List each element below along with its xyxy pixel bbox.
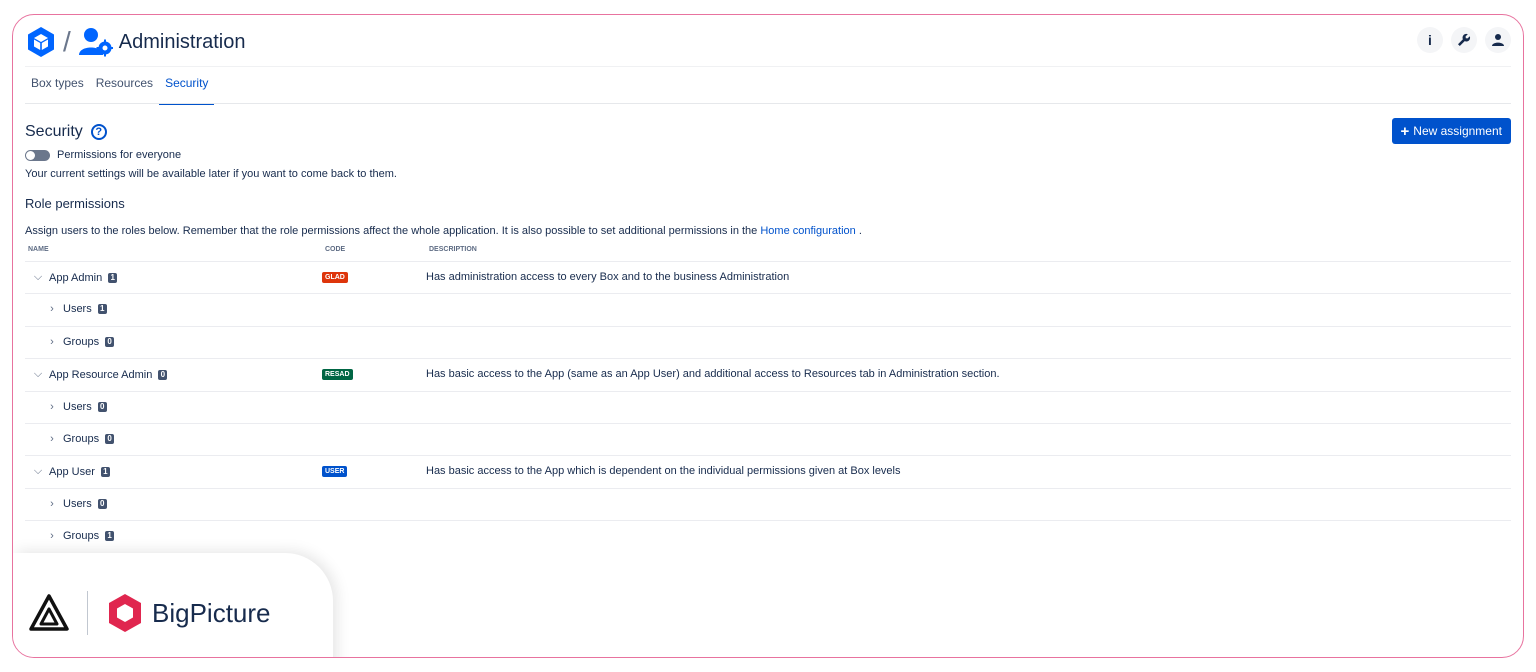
role-name: Groups xyxy=(63,530,100,543)
role-description: Has basic access to the App which is dep… xyxy=(426,465,901,478)
column-header-name: NAME xyxy=(28,246,49,253)
tab-resources[interactable]: Resources xyxy=(90,69,159,105)
count-badge: 0 xyxy=(105,336,115,347)
role-subrow[interactable]: › Groups 1 xyxy=(25,520,1511,552)
role-name-cell: › Groups 1 xyxy=(47,530,115,543)
page-title: Administration xyxy=(118,30,246,53)
header: / Administration i xyxy=(25,25,1511,59)
count-badge: 1 xyxy=(100,466,110,477)
role-name-cell: › Groups 0 xyxy=(47,335,115,348)
profile-button[interactable] xyxy=(1485,27,1511,53)
role-name: Groups xyxy=(63,335,100,348)
role-row[interactable]: ⌵ App Resource Admin 0 RESAD Has basic acces… xyxy=(25,358,1511,390)
count-badge: 0 xyxy=(97,401,107,412)
chevron-right-icon[interactable]: › xyxy=(47,498,57,510)
role-code-badge: RESAD xyxy=(322,369,353,381)
info-icon: i xyxy=(1428,32,1432,48)
role-code-badge: GLAD xyxy=(322,272,348,283)
header-divider xyxy=(25,66,1511,67)
brand-name: BigPicture xyxy=(152,597,271,628)
role-name-cell: ⌵ App User 1 xyxy=(33,465,110,478)
column-header-description: DESCRIPTION xyxy=(429,246,477,253)
role-name-cell: › Users 1 xyxy=(47,303,107,315)
brand-overlay: BigPicture xyxy=(13,553,333,657)
info-button[interactable]: i xyxy=(1417,27,1443,53)
tab-box-types[interactable]: Box types xyxy=(25,69,90,105)
role-row[interactable]: ⌵ App User 1 USER Has basic access to the Ap… xyxy=(25,455,1511,487)
breadcrumb-separator: / xyxy=(63,26,71,57)
table-header: NAME CODE DESCRIPTION xyxy=(25,244,1511,260)
role-name: App User xyxy=(49,465,95,478)
role-description: Has basic access to the App (same as an … xyxy=(426,368,1000,381)
chevron-right-icon[interactable]: › xyxy=(47,303,57,315)
chevron-down-icon[interactable]: ⌵ xyxy=(33,465,43,478)
role-subrow[interactable]: › Groups 0 xyxy=(25,325,1511,358)
header-actions: i xyxy=(1417,27,1511,53)
app-frame: / Administration i Box types Resources S… xyxy=(12,14,1524,658)
count-badge: 1 xyxy=(97,304,107,315)
role-name-cell: › Users 0 xyxy=(47,498,107,510)
toggle-label: Permissions for everyone xyxy=(57,149,182,161)
help-icon[interactable]: ? xyxy=(90,124,107,140)
role-name-cell: › Users 0 xyxy=(47,401,107,413)
count-badge: 0 xyxy=(105,433,115,444)
role-subrow[interactable]: › Users 0 xyxy=(25,390,1511,423)
chevron-down-icon[interactable]: ⌵ xyxy=(33,271,43,284)
role-name: App Admin xyxy=(49,271,103,284)
count-badge: 0 xyxy=(97,498,107,509)
role-name: Users xyxy=(63,400,92,413)
chevron-down-icon[interactable]: ⌵ xyxy=(33,368,43,381)
role-subrow[interactable]: › Users 1 xyxy=(25,293,1511,325)
count-badge: 0 xyxy=(158,369,168,380)
role-name: Users xyxy=(63,303,92,316)
role-subrow[interactable]: › Groups 0 xyxy=(25,422,1511,455)
box-logo-icon[interactable] xyxy=(25,26,57,58)
role-permissions-title: Role permissions xyxy=(25,196,125,211)
permissions-toggle-row: Permissions for everyone xyxy=(25,149,181,161)
role-table: ⌵ App Admin 1 GLAD Has administration access… xyxy=(25,261,1511,553)
role-name: App Resource Admin xyxy=(49,368,153,381)
count-badge: 1 xyxy=(108,272,118,283)
role-name: Users xyxy=(63,497,92,510)
role-name-cell: ⌵ App Admin 1 xyxy=(33,271,118,284)
role-subrow[interactable]: › Users 0 xyxy=(25,487,1511,520)
chevron-right-icon[interactable]: › xyxy=(47,530,57,542)
settings-note: Your current settings will be available … xyxy=(25,168,397,180)
user-settings-icon xyxy=(78,28,113,57)
role-description: Has administration access to every Box a… xyxy=(426,271,790,283)
tab-security[interactable]: Security xyxy=(159,69,215,105)
new-assignment-label: New assignment xyxy=(1413,124,1502,138)
section-title: Security ? xyxy=(25,123,107,141)
tabs-divider xyxy=(25,103,1511,104)
chevron-right-icon[interactable]: › xyxy=(47,401,57,413)
role-name-cell: ⌵ App Resource Admin 0 xyxy=(33,368,168,381)
role-row[interactable]: ⌵ App Admin 1 GLAD Has administration access… xyxy=(25,261,1511,293)
wrench-icon xyxy=(1458,33,1471,46)
permissions-for-everyone-toggle[interactable] xyxy=(25,149,50,161)
user-icon xyxy=(1492,34,1504,46)
new-assignment-button[interactable]: + New assignment xyxy=(1391,118,1511,144)
tab-bar: Box types Resources Security xyxy=(25,69,215,105)
count-badge: 1 xyxy=(105,531,115,542)
chevron-right-icon[interactable]: › xyxy=(47,433,57,445)
section-title-text: Security xyxy=(25,123,83,140)
role-name-cell: › Groups 0 xyxy=(47,432,115,445)
role-code-badge: USER xyxy=(322,466,348,478)
plus-icon: + xyxy=(1400,122,1410,140)
column-header-code: CODE xyxy=(325,246,346,253)
home-configuration-link[interactable]: Home configuration xyxy=(760,225,855,237)
brand-divider xyxy=(87,591,88,635)
toggle-knob xyxy=(26,150,35,160)
role-name: Groups xyxy=(63,432,100,445)
assign-text: Assign users to the roles below. Remembe… xyxy=(25,225,758,237)
chevron-right-icon[interactable]: › xyxy=(47,336,57,348)
settings-button[interactable] xyxy=(1451,27,1477,53)
assign-end: . xyxy=(858,225,862,237)
role-permissions-description: Assign users to the roles below. Remembe… xyxy=(25,225,862,237)
appfire-logo-icon xyxy=(29,594,69,631)
bigpicture-logo-icon xyxy=(109,594,141,632)
